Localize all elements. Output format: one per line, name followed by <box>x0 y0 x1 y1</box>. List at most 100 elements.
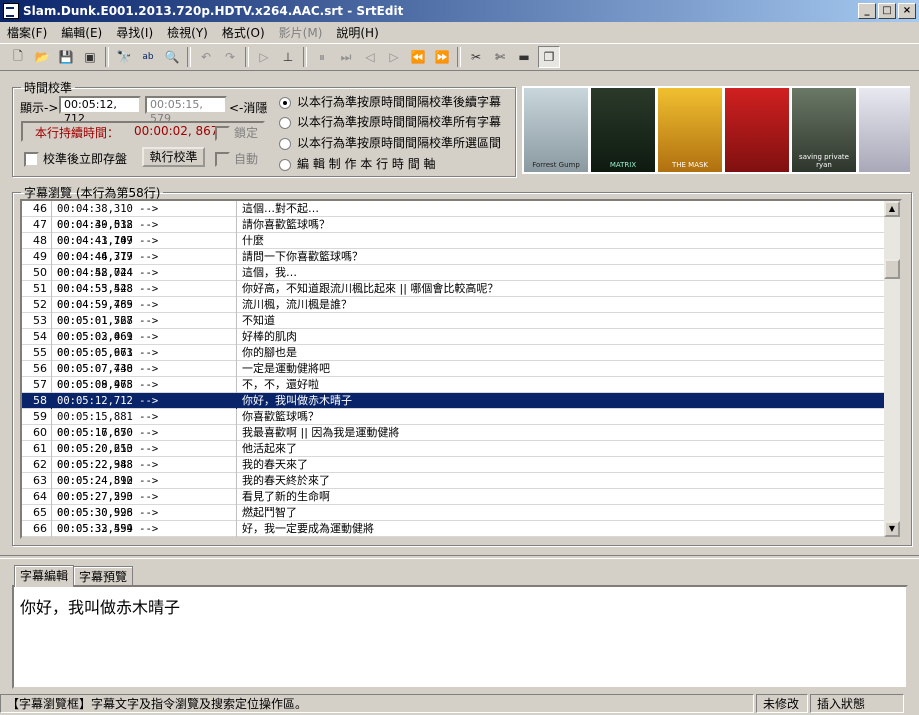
table-row[interactable]: 48 00:04:43,149 --> 00:04:44,377 什麼 <box>22 233 884 263</box>
menu-file[interactable]: 檔案(F) <box>0 24 54 41</box>
row-timecode: 00:05:15,881 --> 00:05:16,870 <box>54 409 237 439</box>
save-icon[interactable]: 💾 <box>56 47 76 67</box>
row-subtitle-text: 看見了新的生命啊 <box>242 490 330 503</box>
panel-icon[interactable]: ❐ <box>538 46 560 68</box>
scroll-thumb[interactable] <box>884 259 900 279</box>
menu-find[interactable]: 尋找(I) <box>109 24 160 41</box>
row-number: 56 <box>22 361 52 377</box>
table-row[interactable]: 63 00:05:24,890 --> 00:05:27,290 我的春天終於來了 <box>22 473 884 503</box>
row-timecode: 00:05:09,475 --> 00:05:10,908 <box>54 377 237 407</box>
play-icon[interactable]: ▷ <box>254 47 274 67</box>
table-row[interactable]: 61 00:05:20,653 --> 00:05:22,348 他活起來了 <box>22 441 884 471</box>
zoom-icon[interactable]: 🔍 <box>162 47 182 67</box>
auto-checkbox-box[interactable] <box>215 152 230 167</box>
menu-movie[interactable]: 影片(M) <box>272 24 330 41</box>
lock-checkbox-box[interactable] <box>215 126 230 141</box>
pause-icon[interactable]: ⏸ <box>312 47 332 67</box>
radio-button[interactable] <box>279 158 291 171</box>
sync-icon[interactable]: ⊥ <box>278 47 298 67</box>
row-timecode: 00:05:12,712 --> 00:05:15,579 <box>54 393 237 423</box>
step-icon[interactable]: ⏭ <box>336 47 356 67</box>
row-subtitle-text: 好，我一定要成為運動健將 <box>242 522 374 535</box>
status-hint: 【字幕瀏覽框】字幕文字及指令瀏覽及搜索定位操作區。 <box>0 694 754 713</box>
option-calibrate-following[interactable]: 以本行為準按原時間間隔校準後續字幕 <box>279 93 501 110</box>
row-number: 63 <box>22 473 52 489</box>
radio-button[interactable] <box>279 116 291 129</box>
option-calibrate-all[interactable]: 以本行為準按原時間間隔校準所有字幕 <box>279 113 501 130</box>
row-number: 64 <box>22 489 52 505</box>
table-row[interactable]: 51 00:04:55,428 --> 00:04:59,489 你好高，不知道跟流… <box>22 281 884 311</box>
table-row[interactable]: 54 00:05:03,069 --> 00:05:05,663 好棒的肌肉 <box>22 329 884 359</box>
app-icon[interactable] <box>3 3 19 19</box>
tab-subtitle-edit[interactable]: 字幕編輯 <box>14 565 75 587</box>
table-row[interactable]: 64 00:05:27,593 --> 00:05:30,528 看見了新的生命啊 <box>22 489 884 519</box>
toolbar: 🗋 📂 💾 ▣ 🔭 ab 🔍 ↶ ↷ ▷ ⊥ ⏸ ⏭ ◁ ▷ ⏪ ⏩ ✂ ✄ ▬… <box>0 43 919 71</box>
lock-checkbox[interactable]: 鎖定 <box>215 124 258 141</box>
row-subtitle-text: 好棒的肌肉 <box>242 330 297 343</box>
table-row[interactable]: 5700:05:09,475 --> 00:05:10,908 不，不，還好啦 <box>22 377 884 407</box>
row-timecode: 00:05:33,499 --> 00:05:36,400 <box>54 521 237 537</box>
option-calibrate-selected[interactable]: 以本行為準按原時間間隔校準所選區間 <box>279 134 501 151</box>
close-button[interactable]: × <box>898 3 916 19</box>
scroll-up-icon[interactable]: ▲ <box>884 201 900 217</box>
redo-icon[interactable]: ↷ <box>220 47 240 67</box>
table-row[interactable]: 47 00:04:40,012 --> 00:04:41,707 請你喜歡籃球嗎？ <box>22 217 884 247</box>
row-number: 47 <box>22 217 52 233</box>
display-time-input[interactable]: 00:05:12, 712 <box>59 96 141 125</box>
menu-edit[interactable]: 編輯(E) <box>54 24 109 41</box>
row-subtitle-text: 你喜歡籃球嗎？ <box>242 410 319 423</box>
minimize-button[interactable]: _ <box>858 3 876 19</box>
table-row[interactable]: 52 00:04:59,765 --> 00:05:01,528 流川楓，流川楓是誰… <box>22 297 884 327</box>
table-row[interactable]: 50 00:04:52,024 --> 00:04:53,548 這個，我… <box>22 265 884 295</box>
maximize-button[interactable]: □ <box>878 3 896 19</box>
table-row[interactable]: 59 00:05:15,881 --> 00:05:16,870 你喜歡籃球嗎？ <box>22 409 884 439</box>
forward-icon[interactable]: ⏩ <box>432 47 452 67</box>
table-row[interactable]: 56 00:05:07,740 --> 00:05:08,968 一定是運動健將吧 <box>22 361 884 391</box>
scroll-down-icon[interactable]: ▼ <box>884 521 900 537</box>
row-number: 61 <box>22 441 52 457</box>
table-row[interactable]: 58 00:05:12,712 --> 00:05:15,579 你好，我叫做赤木晴… <box>22 393 884 423</box>
table-row[interactable]: 62 00:05:22,988 --> 00:05:24,512 我的春天來了 <box>22 457 884 487</box>
film-icon[interactable]: ▬ <box>514 47 534 67</box>
row-number: 59 <box>22 409 52 425</box>
table-row[interactable]: 55 00:05:05,971 --> 00:05:07,438 你的腳也是 <box>22 345 884 375</box>
rewind-icon[interactable]: ⏪ <box>408 47 428 67</box>
table-row[interactable]: 46 00:04:38,310 --> 00:04:39,538 這個…對不起… <box>22 201 884 231</box>
save-after-checkbox-box[interactable] <box>24 152 39 167</box>
original-time-input[interactable]: 00:05:15, 579 <box>145 96 227 125</box>
new-file-icon[interactable]: 🗋 <box>8 47 28 67</box>
execute-calibration-button[interactable]: 執行校準 <box>142 147 205 167</box>
table-row[interactable]: 60 00:05:17,650 --> 00:05:20,210 我最喜歡啊 || … <box>22 425 884 455</box>
subtitle-list[interactable]: 46 00:04:38,310 --> 00:04:39,538 這個…對不起… 47… <box>20 199 902 539</box>
title-bar[interactable]: Slam.Dunk.E001.2013.720p.HDTV.x264.AAC.s… <box>0 0 919 22</box>
table-row[interactable]: 49 00:04:46,719 --> 00:04:48,744 請問一下你喜歡籃球… <box>22 249 884 279</box>
find-icon[interactable]: 🔭 <box>114 47 134 67</box>
row-timecode: 00:04:40,012 --> 00:04:41,707 <box>54 217 237 247</box>
next-icon[interactable]: ▷ <box>384 47 404 67</box>
save-all-icon[interactable]: ▣ <box>80 47 100 67</box>
menu-format[interactable]: 格式(O) <box>215 24 272 41</box>
duration-value: 00:00:02, 867 <box>134 124 219 138</box>
tools2-icon[interactable]: ✄ <box>490 47 510 67</box>
tools-icon[interactable]: ✂ <box>466 47 486 67</box>
open-folder-icon[interactable]: 📂 <box>32 47 52 67</box>
subtitle-editor[interactable]: 你好，我叫做赤木晴子 <box>12 585 908 689</box>
splitter[interactable] <box>0 555 919 559</box>
radio-button[interactable] <box>279 96 291 109</box>
save-after-checkbox[interactable]: 校準後立即存盤 <box>24 150 127 167</box>
menu-view[interactable]: 檢視(Y) <box>160 24 215 41</box>
menu-help[interactable]: 說明(H) <box>329 24 385 41</box>
undo-icon[interactable]: ↶ <box>196 47 216 67</box>
table-row[interactable]: 6600:05:33,499 --> 00:05:36,400 好，我一定要成為運… <box>22 521 884 537</box>
auto-checkbox[interactable]: 自動 <box>215 150 258 167</box>
row-number: 46 <box>22 201 52 217</box>
status-modified: 未修改 <box>756 694 808 713</box>
replace-icon[interactable]: ab <box>138 47 158 67</box>
table-row[interactable]: 65 00:05:30,996 --> 00:05:32,554 燃起鬥智了 <box>22 505 884 535</box>
prev-icon[interactable]: ◁ <box>360 47 380 67</box>
vertical-scrollbar[interactable]: ▲ ▼ <box>884 201 900 537</box>
status-bar: 【字幕瀏覽框】字幕文字及指令瀏覽及搜索定位操作區。 未修改 插入狀態 <box>0 694 919 715</box>
option-edit-timeline[interactable]: 編 輯 制 作 本 行 時 間 軸 <box>279 155 436 172</box>
table-row[interactable]: 53 00:05:01,767 --> 00:05:02,461 不知道 <box>22 313 884 343</box>
radio-button[interactable] <box>279 137 291 150</box>
